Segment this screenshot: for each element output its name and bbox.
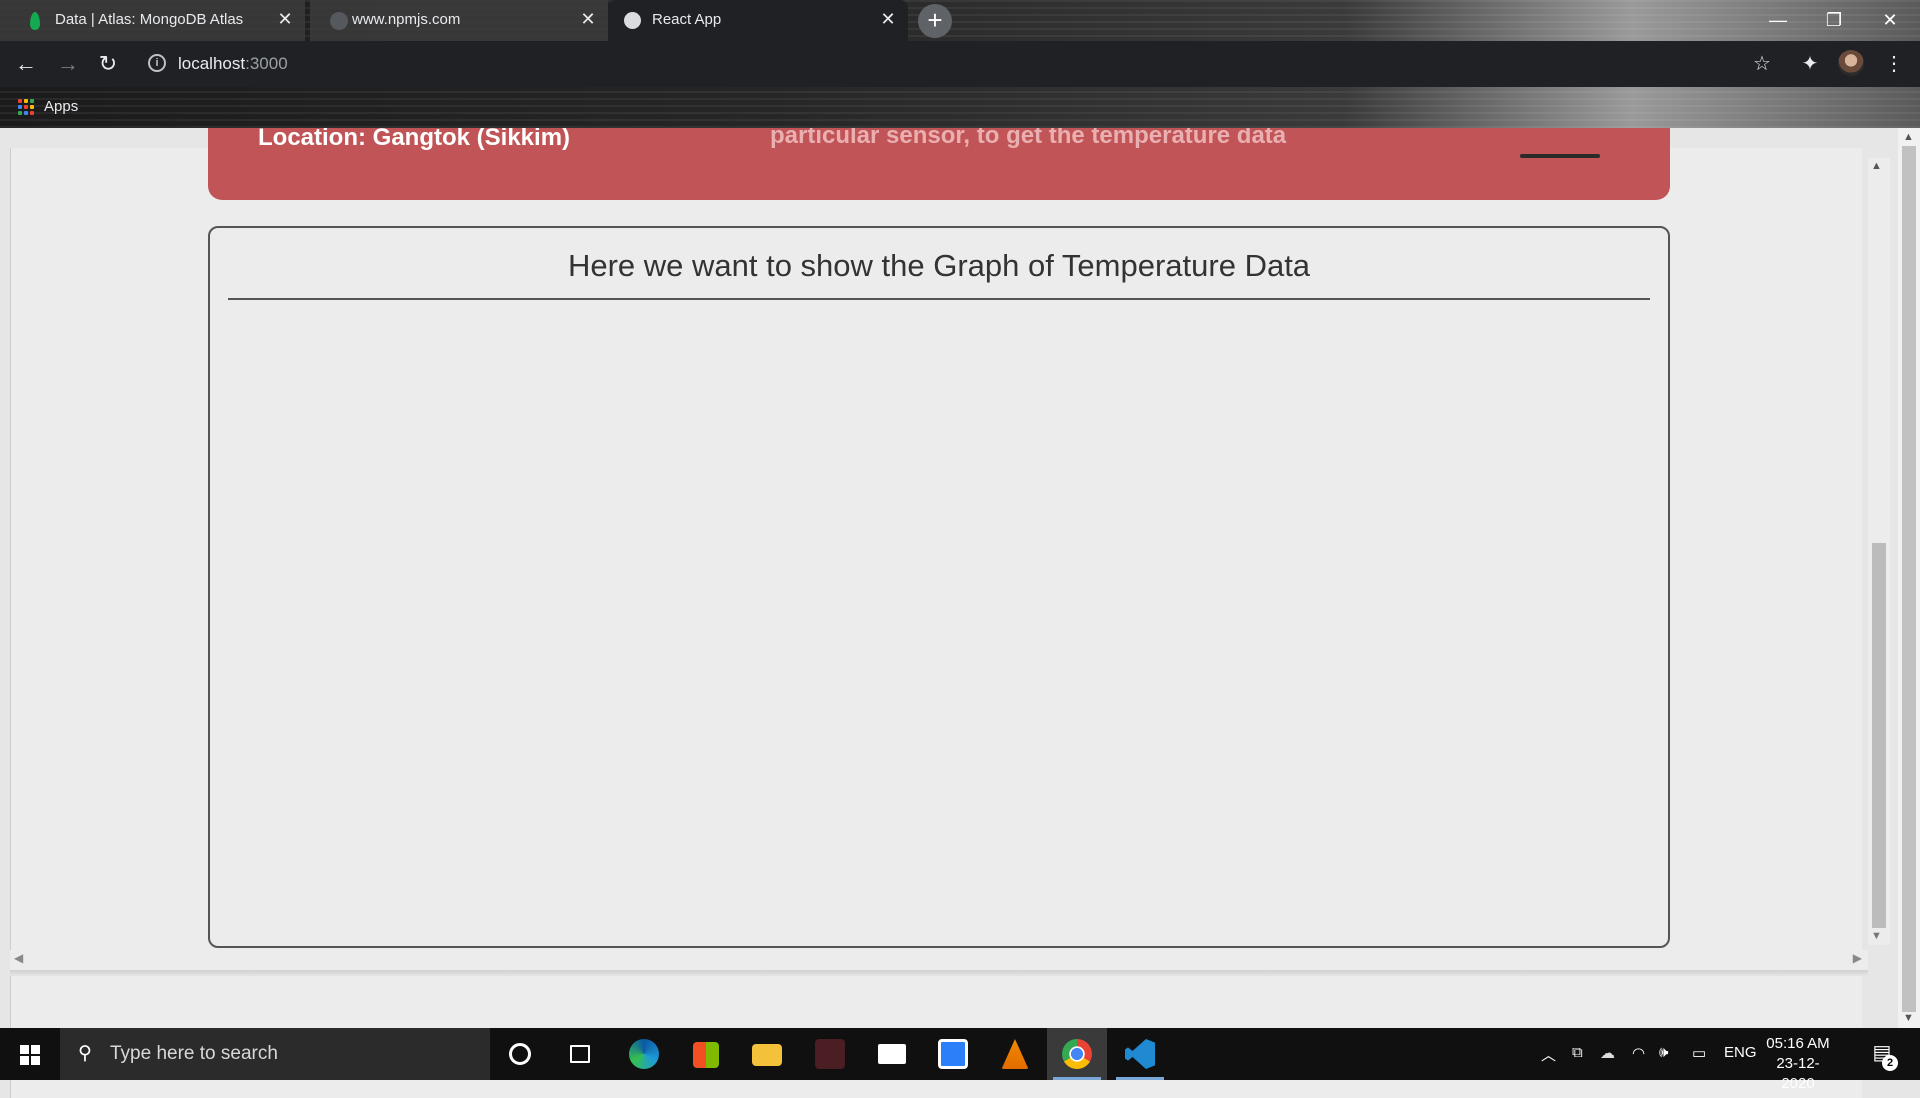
chrome-app[interactable]: [1047, 1028, 1107, 1080]
apps-grid-icon: [18, 98, 34, 115]
scroll-right-arrow-icon[interactable]: ▶: [1853, 951, 1862, 965]
tray-chevron-icon[interactable]: ︿: [1541, 1044, 1556, 1065]
scroll-left-arrow-icon[interactable]: ◀: [14, 951, 23, 965]
banner-button-edge[interactable]: [1520, 154, 1600, 158]
store-app[interactable]: [676, 1028, 736, 1080]
url-text[interactable]: localhost:3000: [178, 54, 288, 74]
volume-icon[interactable]: 🕪: [1659, 1044, 1668, 1061]
notification-count-badge: 2: [1882, 1055, 1898, 1071]
search-placeholder: Type here to search: [110, 1043, 278, 1064]
edge-app[interactable]: [614, 1028, 674, 1080]
tab-close-icon[interactable]: ✕: [878, 9, 898, 29]
banner-description: particular sensor, to get the temperatur…: [770, 128, 1287, 149]
inner-horizontal-scrollbar[interactable]: ◀ ▶: [10, 950, 1868, 970]
menu-kebab-icon[interactable]: ⋮: [1880, 50, 1908, 78]
taskbar-search-box[interactable]: ⚲ Type here to search: [60, 1028, 490, 1080]
bookmarks-bar: Apps: [0, 87, 1920, 128]
clock-date: 23-12-2020: [1776, 1055, 1820, 1092]
temperature-graph-card: Here we want to show the Graph of Temper…: [208, 226, 1670, 948]
battery-icon[interactable]: ▭: [1692, 1044, 1706, 1062]
graph-title: Here we want to show the Graph of Temper…: [567, 248, 1311, 283]
meet-now-icon[interactable]: ⧉: [1572, 1044, 1583, 1061]
globe-icon: [624, 12, 641, 29]
frame-shadow: [10, 970, 1868, 976]
scroll-up-arrow-icon[interactable]: ▲: [1903, 131, 1914, 143]
tab-title: React App: [652, 11, 722, 28]
chrome-icon: [1062, 1039, 1092, 1069]
cortana-button[interactable]: [490, 1028, 550, 1080]
browser-toolbar: ← → ↻ i localhost:3000 ☆ ✦ ⋮: [0, 41, 1920, 87]
browser-chrome: Data | Atlas: MongoDB Atlas ✕ www.npmjs.…: [0, 0, 1920, 128]
vscode-icon: [1125, 1039, 1155, 1069]
folder-icon: [752, 1044, 782, 1066]
tab-title: www.npmjs.com: [352, 11, 461, 28]
back-icon[interactable]: ←: [12, 50, 40, 78]
start-button[interactable]: [0, 1028, 60, 1080]
store-bag-icon: [693, 1042, 719, 1068]
extensions-puzzle-icon[interactable]: ✦: [1796, 50, 1824, 78]
mail-envelope-icon: [878, 1044, 906, 1064]
graph-divider: [228, 298, 1650, 300]
bookmark-star-icon[interactable]: ☆: [1748, 50, 1776, 78]
apps-shortcut[interactable]: Apps: [18, 98, 78, 115]
apps-label: Apps: [44, 98, 79, 115]
action-center-icon[interactable]: ▤ 2: [1868, 1040, 1898, 1071]
forward-icon[interactable]: →: [54, 50, 82, 78]
task-view-button[interactable]: [550, 1028, 610, 1080]
reload-icon[interactable]: ↻: [94, 50, 122, 78]
vlc-cone-icon: [1001, 1039, 1029, 1069]
clock[interactable]: 05:16 AM 23-12-2020: [1766, 1034, 1830, 1094]
onedrive-error-icon[interactable]: ☁: [1600, 1044, 1615, 1062]
site-info-icon[interactable]: i: [148, 54, 166, 72]
vlc-app[interactable]: [985, 1028, 1045, 1080]
sensor-banner: Location: Gangtok (Sikkim) particular se…: [208, 128, 1670, 200]
scroll-up-arrow-icon[interactable]: ▲: [1871, 160, 1882, 172]
location-text: Location: Gangtok (Sikkim): [258, 128, 571, 151]
edge-icon: [629, 1039, 659, 1069]
globe-icon: [330, 12, 348, 30]
tab-close-icon[interactable]: ✕: [578, 9, 598, 29]
windows-taskbar: ⚲ Type here to search ︿ ⧉ ☁ ◠ 🕪 ▭ ENG 05…: [0, 1028, 1920, 1092]
predator-app[interactable]: [800, 1028, 860, 1080]
scroll-down-arrow-icon[interactable]: ▼: [1871, 930, 1882, 942]
wifi-icon[interactable]: ◠: [1632, 1044, 1645, 1062]
windows-logo-icon: [20, 1045, 40, 1065]
mail-app[interactable]: [862, 1028, 922, 1080]
close-window-icon[interactable]: ✕: [1862, 0, 1918, 41]
language-indicator[interactable]: ENG: [1724, 1044, 1757, 1061]
url-host: localhost: [178, 54, 246, 73]
url-port: :3000: [245, 54, 288, 73]
tab-strip: Data | Atlas: MongoDB Atlas ✕ www.npmjs.…: [0, 0, 1920, 41]
task-view-icon: [570, 1045, 590, 1063]
minimize-icon[interactable]: —: [1750, 0, 1806, 41]
lightshot-app[interactable]: [923, 1028, 983, 1080]
mongodb-leaf-icon: [30, 12, 40, 30]
new-tab-button[interactable]: +: [918, 4, 952, 38]
address-bar[interactable]: i localhost:3000: [140, 46, 1740, 82]
lightshot-icon: [938, 1039, 968, 1069]
profile-avatar[interactable]: [1838, 50, 1864, 76]
scroll-down-arrow-icon[interactable]: ▼: [1903, 1012, 1914, 1024]
inner-scroll-thumb[interactable]: [1872, 543, 1886, 928]
clock-time: 05:16 AM: [1766, 1035, 1830, 1052]
cortana-circle-icon: [509, 1043, 531, 1065]
search-icon: ⚲: [78, 1043, 92, 1064]
inner-vertical-scrollbar[interactable]: ▲ ▼: [1868, 158, 1890, 945]
tab-mongodb-atlas[interactable]: Data | Atlas: MongoDB Atlas ✕: [0, 0, 305, 41]
tab-title: Data | Atlas: MongoDB Atlas: [55, 11, 244, 28]
file-explorer-app[interactable]: [737, 1028, 797, 1080]
page-vertical-scrollbar[interactable]: ▲ ▼: [1898, 128, 1920, 1028]
page-scroll-thumb[interactable]: [1902, 146, 1916, 1012]
tab-react-app[interactable]: React App ✕: [608, 0, 908, 41]
tab-close-icon[interactable]: ✕: [275, 9, 295, 29]
restore-icon[interactable]: ❐: [1806, 0, 1862, 41]
vscode-app[interactable]: [1110, 1028, 1170, 1080]
predator-icon: [815, 1039, 845, 1069]
tab-npmjs[interactable]: www.npmjs.com ✕: [310, 0, 608, 41]
